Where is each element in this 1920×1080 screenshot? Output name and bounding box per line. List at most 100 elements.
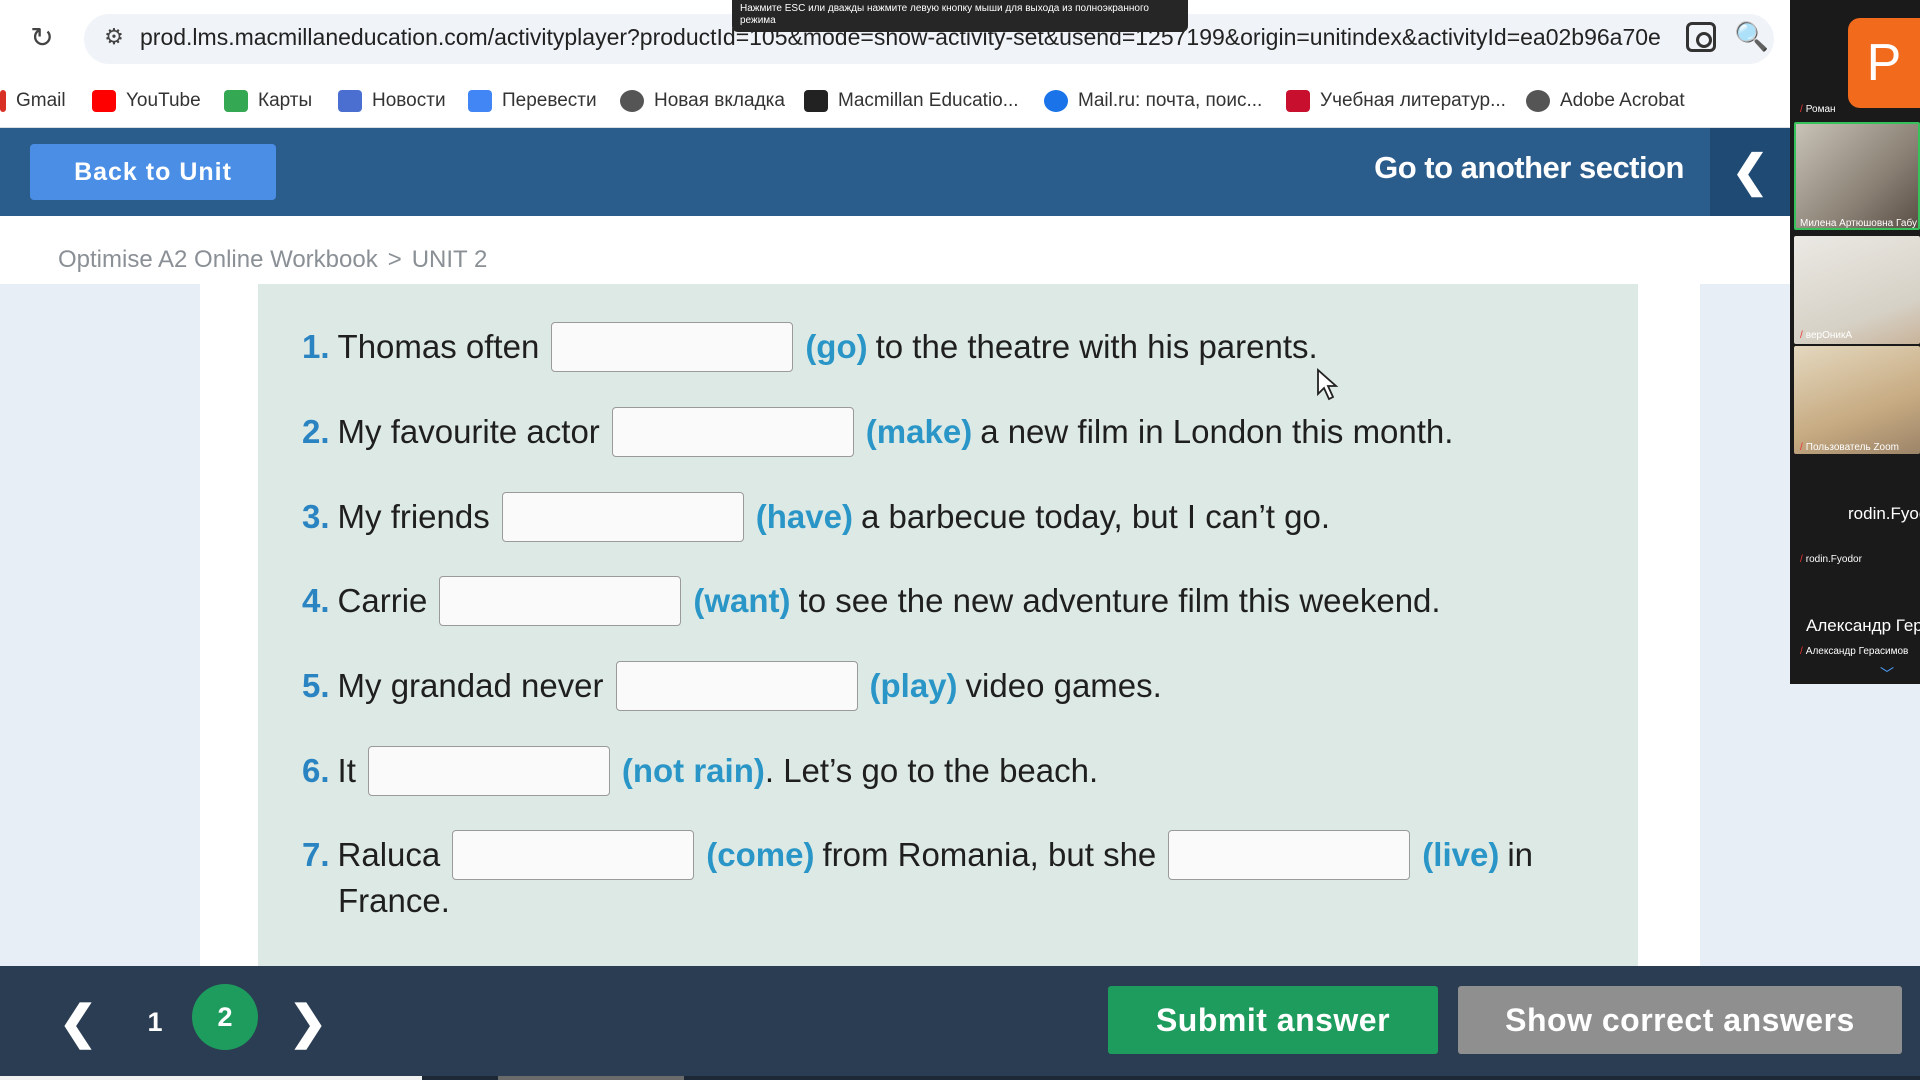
exercise-item-7: 7. Raluca (come) from Romania, but she (… xyxy=(302,828,1533,882)
exercise-item-1: 1. Thomas often (go) to the theatre with… xyxy=(302,320,1318,374)
show-correct-answers-button[interactable]: Show correct answers xyxy=(1458,986,1902,1054)
exercise-item-4: 4. Carrie (want) to see the new adventur… xyxy=(302,574,1441,628)
verb-hint: (come) xyxy=(706,836,815,873)
answer-input-2[interactable] xyxy=(611,407,854,457)
section-panel-toggle[interactable]: ❮ xyxy=(1710,128,1790,216)
bookmark-label: Новости xyxy=(372,90,446,111)
item-text-after: to the theatre with his parents. xyxy=(875,328,1318,365)
item-number: 2. xyxy=(302,413,330,450)
item-text-after-2: in xyxy=(1507,836,1533,873)
textbook-icon xyxy=(1286,90,1310,112)
participant-name: / Роман xyxy=(1800,104,1836,115)
acrobat-icon xyxy=(1526,90,1550,112)
item-text-before: My favourite actor xyxy=(337,413,600,450)
item-text-after: video games. xyxy=(965,667,1162,704)
google-lens-icon[interactable] xyxy=(1686,22,1716,52)
presentation-app-icon: P xyxy=(1848,18,1920,108)
exercise-item-5: 5. My grandad never (play) video games. xyxy=(302,659,1162,713)
participant-video-tile[interactable] xyxy=(1794,122,1920,230)
participant-display-name: rodin.Fyoc xyxy=(1848,504,1920,523)
activity-footer: ❮ 1 2 ❯ Submit answer Show correct answe… xyxy=(0,966,1920,1080)
answer-input-5[interactable] xyxy=(615,661,858,711)
item-text-after: to see the new adventure film this weeke… xyxy=(798,582,1441,619)
answer-input-1[interactable] xyxy=(551,322,794,372)
item-text-after: from Romania, but she xyxy=(822,836,1157,873)
verb-hint: (go) xyxy=(805,328,868,365)
item-7-continuation: France. xyxy=(338,882,450,919)
breadcrumb-book[interactable]: Optimise A2 Online Workbook xyxy=(58,246,378,273)
reload-icon[interactable]: ↻ xyxy=(26,22,58,54)
bookmark-label: Карты xyxy=(258,90,313,111)
bookmark-translate[interactable]: Перевести xyxy=(468,86,597,116)
previous-page-button[interactable]: ❮ xyxy=(58,994,98,1050)
bookmark-youtube[interactable]: YouTube xyxy=(92,86,201,116)
bookmark-new-tab[interactable]: Новая вкладка xyxy=(620,86,785,116)
answer-input-4[interactable] xyxy=(439,576,682,626)
submit-answer-button[interactable]: Submit answer xyxy=(1108,986,1438,1054)
muted-mic-icon: / xyxy=(1800,554,1803,565)
bookmark-maps[interactable]: Карты xyxy=(224,86,312,116)
breadcrumb-separator: > xyxy=(387,246,402,273)
chrome-icon xyxy=(620,90,644,112)
answer-input-7a[interactable] xyxy=(452,830,695,880)
bookmark-gmail[interactable]: Gmail xyxy=(0,86,66,116)
item-number: 5. xyxy=(302,667,330,704)
chevron-down-icon[interactable]: ﹀ xyxy=(1880,664,1894,684)
participant-name: / Пользователь Zoom xyxy=(1800,442,1900,453)
answer-input-7b[interactable] xyxy=(1168,830,1411,880)
go-to-section-link[interactable]: Go to another section xyxy=(1260,150,1684,186)
bookmark-label: Macmillan Educatio... xyxy=(838,90,1019,111)
item-text-before: Raluca xyxy=(337,836,441,873)
exercise-item-6: 6. It (not rain) . Let’s go to the beach… xyxy=(302,744,1098,798)
participant-video-tile[interactable] xyxy=(1794,346,1920,454)
verb-hint: (have) xyxy=(755,498,853,535)
muted-mic-icon: / xyxy=(1800,330,1803,341)
verb-hint: (not rain) xyxy=(621,752,765,789)
bookmark-macmillan[interactable]: Macmillan Educatio... xyxy=(804,86,1019,116)
participant-name: / верОникА xyxy=(1800,330,1853,341)
youtube-icon xyxy=(92,90,116,112)
bookmark-label: Gmail xyxy=(16,90,66,111)
exercise-item-2: 2. My favourite actor (make) a new film … xyxy=(302,405,1453,459)
bookmark-news[interactable]: Новости xyxy=(338,86,446,116)
answer-input-6[interactable] xyxy=(367,746,610,796)
item-text-after: a barbecue today, but I can’t go. xyxy=(860,498,1330,535)
answer-input-3[interactable] xyxy=(501,492,744,542)
verb-hint: (make) xyxy=(865,413,973,450)
item-text-after: a new film in London this month. xyxy=(980,413,1454,450)
app-window: ↻ ⚙ prod.lms.macmillaneducation.com/acti… xyxy=(0,0,1920,1080)
bookmark-label: Перевести xyxy=(502,90,597,111)
breadcrumb-unit[interactable]: UNIT 2 xyxy=(412,246,488,273)
item-text-before: My grandad never xyxy=(337,667,604,704)
exercise-item-3: 3. My friends (have) a barbecue today, b… xyxy=(302,490,1330,544)
macmillan-icon xyxy=(804,90,828,112)
item-number: 3. xyxy=(302,498,330,535)
page-button-2-current[interactable]: 2 xyxy=(192,984,258,1050)
item-text-before: Thomas often xyxy=(337,328,540,365)
gmail-icon xyxy=(0,90,6,112)
item-number: 4. xyxy=(302,582,330,619)
page-button-1[interactable]: 1 xyxy=(132,994,178,1050)
bookmark-adobe[interactable]: Adobe Acrobat xyxy=(1526,86,1685,116)
participant-display-name: Александр Гер xyxy=(1806,616,1920,635)
item-text-before: Carrie xyxy=(337,582,428,619)
next-page-button[interactable]: ❯ xyxy=(288,994,328,1050)
bookmarks-bar: Gmail YouTube Карты Новости Перевести Но… xyxy=(0,76,1790,128)
translate-icon xyxy=(468,90,492,112)
zoom-magnifier-icon[interactable]: 🔍 xyxy=(1734,20,1769,54)
bookmark-label: Adobe Acrobat xyxy=(1560,90,1685,111)
bookmark-label: Учебная литератур... xyxy=(1320,90,1506,111)
muted-mic-icon: / xyxy=(1800,442,1803,453)
muted-mic-icon: / xyxy=(1800,646,1803,657)
bookmark-textbooks[interactable]: Учебная литератур... xyxy=(1286,86,1506,116)
bookmark-mailru[interactable]: Mail.ru: почта, поис... xyxy=(1044,86,1262,116)
site-settings-icon[interactable]: ⚙ xyxy=(100,24,128,52)
back-to-unit-button[interactable]: Back to Unit xyxy=(30,144,276,200)
verb-hint: (want) xyxy=(693,582,791,619)
participant-name: / Александр Герасимов xyxy=(1800,646,1909,657)
news-icon xyxy=(338,90,362,112)
fullscreen-exit-tooltip: Нажмите ESC или дважды нажмите левую кно… xyxy=(732,0,1188,32)
breadcrumb: Optimise A2 Online Workbook > UNIT 2 xyxy=(0,216,1790,284)
participant-video-tile[interactable] xyxy=(1794,236,1920,344)
progress-segment xyxy=(498,1076,684,1080)
